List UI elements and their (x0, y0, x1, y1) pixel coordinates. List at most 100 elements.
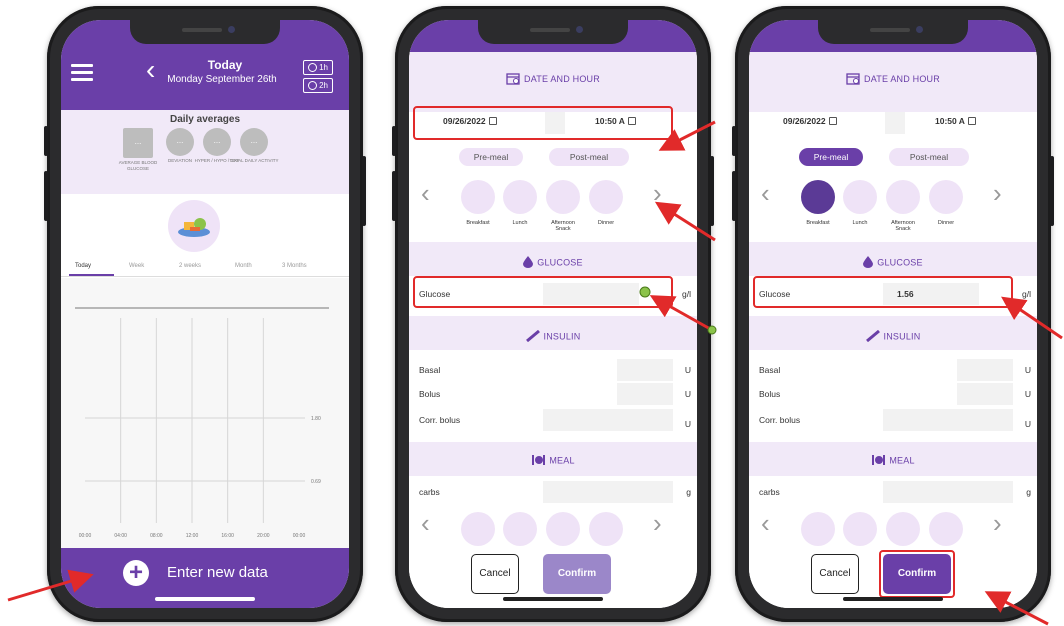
lunch-icon[interactable] (503, 180, 537, 214)
screen: ‹ Today Monday September 26th 1h 2h Dail… (61, 20, 349, 608)
breakfast-icon[interactable] (801, 180, 835, 214)
home-indicator (503, 597, 603, 601)
insulin-section-title: INSULIN (749, 329, 1037, 344)
time-field[interactable]: 10:50 A (935, 116, 976, 126)
basal-input[interactable] (617, 359, 673, 381)
tab-2-weeks[interactable]: 2 weeks (179, 263, 201, 269)
meal-label-lunch: Lunch (852, 220, 868, 226)
bolus-input[interactable] (957, 383, 1013, 405)
current-date: Monday September 26th (167, 74, 277, 85)
corr-bolus-row: Corr. bolus U (749, 408, 1037, 432)
food-prev-arrow-icon[interactable]: ‹ (421, 510, 430, 536)
page-title: Today (207, 58, 243, 72)
pre-meal-toggle[interactable]: Pre-meal (799, 148, 863, 166)
calendar-icon (846, 72, 860, 87)
timer-button-1h[interactable]: 1h (303, 60, 333, 75)
glucose-row: Glucose g/l (409, 282, 697, 306)
lunch-icon[interactable] (843, 180, 877, 214)
meal-label-breakfast: Breakfast (466, 220, 490, 226)
date-hour-section-title: DATE AND HOUR (409, 72, 697, 87)
x-tick-label: 08:00 (150, 533, 163, 539)
glucose-section-title: GLUCOSE (749, 256, 1037, 270)
enter-new-data-label[interactable]: Enter new data (167, 564, 268, 581)
glucose-input[interactable] (543, 283, 639, 305)
basal-row: Basal U (409, 358, 697, 382)
bolus-row: Bolus U (749, 382, 1037, 406)
corr-bolus-input[interactable] (883, 409, 1013, 431)
food-option-icon[interactable] (461, 512, 495, 546)
bolus-input[interactable] (617, 383, 673, 405)
y-tick-label: 0.69 (311, 479, 321, 485)
glucose-row: Glucose 1.56 g/l (749, 282, 1037, 306)
timer-button-2h[interactable]: 2h (303, 78, 333, 93)
food-option-icon[interactable] (886, 512, 920, 546)
screen: DATE AND HOUR 09/26/2022 10:50 A Pre-mea… (749, 20, 1037, 608)
basal-row: Basal U (749, 358, 1037, 382)
y-tick-label: 1.80 (311, 416, 321, 422)
meal-label-snack: Afternoon Snack (551, 220, 575, 232)
dinner-icon[interactable] (589, 180, 623, 214)
plus-icon[interactable]: + (123, 560, 149, 586)
tab-3-months[interactable]: 3 Months (282, 263, 307, 269)
pre-meal-toggle[interactable]: Pre-meal (459, 148, 523, 166)
food-option-icon[interactable] (589, 512, 623, 546)
confirm-button[interactable]: Confirm (543, 554, 611, 594)
x-tick-label: 00:00 (79, 533, 92, 539)
tab-today[interactable]: Today (75, 263, 91, 269)
post-meal-toggle[interactable]: Post-meal (549, 148, 629, 166)
food-next-arrow-icon[interactable]: › (993, 510, 1002, 536)
x-tick-label: 20:00 (257, 533, 270, 539)
snack-icon[interactable] (886, 180, 920, 214)
edit-icon (828, 117, 837, 125)
basal-input[interactable] (957, 359, 1013, 381)
date-field[interactable]: 09/26/2022 (783, 116, 837, 126)
confirm-button[interactable]: Confirm (883, 554, 951, 594)
insulin-section-title: INSULIN (409, 329, 697, 344)
glucose-value: 1.56 (897, 289, 914, 299)
tab-month[interactable]: Month (235, 263, 252, 269)
meal-prev-arrow-icon[interactable]: ‹ (421, 180, 430, 206)
snack-icon[interactable] (546, 180, 580, 214)
food-option-icon[interactable] (843, 512, 877, 546)
post-meal-toggle[interactable]: Post-meal (889, 148, 969, 166)
meal-section-title: MEAL (409, 454, 697, 468)
breakfast-icon[interactable] (461, 180, 495, 214)
food-prev-arrow-icon[interactable]: ‹ (761, 510, 770, 536)
cancel-button[interactable]: Cancel (471, 554, 519, 594)
x-tick-label: 00:00 (293, 533, 306, 539)
menu-icon[interactable] (71, 64, 93, 82)
food-option-icon[interactable] (929, 512, 963, 546)
carbs-input[interactable] (883, 481, 1013, 503)
x-tick-label: 04:00 (114, 533, 127, 539)
dinner-icon[interactable] (929, 180, 963, 214)
meal-next-arrow-icon[interactable]: › (993, 180, 1002, 206)
cutlery-icon (531, 454, 546, 468)
date-field[interactable]: 09/26/2022 (443, 116, 497, 126)
food-option-icon[interactable] (503, 512, 537, 546)
phone-entry-form-filled: DATE AND HOUR 09/26/2022 10:50 A Pre-mea… (732, 6, 1054, 622)
food-next-arrow-icon[interactable]: › (653, 510, 662, 536)
phone-home-screen: ‹ Today Monday September 26th 1h 2h Dail… (44, 6, 366, 622)
carbs-input[interactable] (543, 481, 673, 503)
x-tick-label: 12:00 (186, 533, 199, 539)
cutlery-icon (871, 454, 886, 468)
edit-icon (488, 117, 497, 125)
cancel-button[interactable]: Cancel (811, 554, 859, 594)
glucose-section-title: GLUCOSE (409, 256, 697, 270)
meal-prev-arrow-icon[interactable]: ‹ (761, 180, 770, 206)
x-tick-label: 16:00 (221, 533, 234, 539)
meal-label-dinner: Dinner (597, 220, 615, 226)
food-option-icon[interactable] (546, 512, 580, 546)
meal-plate-icon (168, 200, 220, 252)
phone-entry-form-empty: DATE AND HOUR 09/26/2022 10:50 A Pre-mea… (392, 6, 714, 622)
corr-bolus-input[interactable] (543, 409, 673, 431)
tab-week[interactable]: Week (129, 263, 144, 269)
time-field[interactable]: 10:50 A (595, 116, 636, 126)
food-option-icon[interactable] (801, 512, 835, 546)
home-indicator (843, 597, 943, 601)
home-indicator (155, 597, 255, 601)
meal-next-arrow-icon[interactable]: › (653, 180, 662, 206)
back-arrow-icon[interactable]: ‹ (146, 56, 155, 84)
calendar-icon (506, 72, 520, 87)
date-hour-section-title: DATE AND HOUR (749, 72, 1037, 87)
